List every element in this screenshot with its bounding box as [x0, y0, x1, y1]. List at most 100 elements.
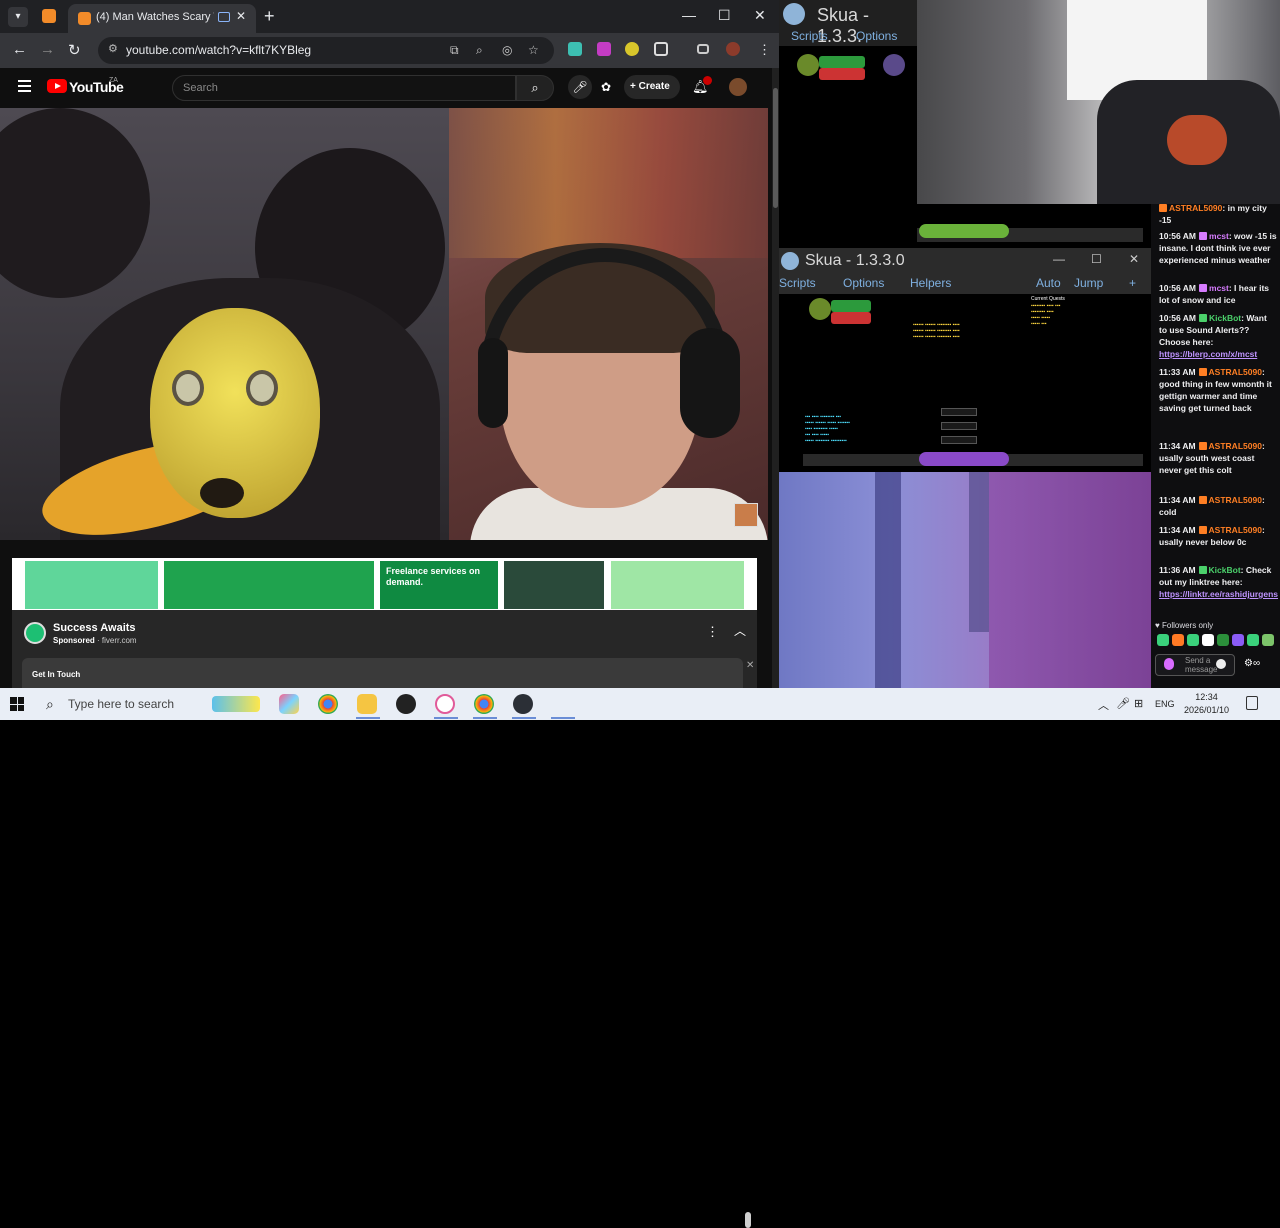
taskbar-search-input[interactable]: Type here to search: [68, 697, 174, 711]
emote-icon[interactable]: [1157, 634, 1169, 646]
emote-icon[interactable]: [1202, 634, 1214, 646]
minimize-button[interactable]: —: [1053, 252, 1065, 266]
user-badge-icon[interactable]: [1199, 284, 1208, 292]
emote-icon[interactable]: [1247, 634, 1259, 646]
emote-icon[interactable]: [1232, 634, 1244, 646]
menu-jump[interactable]: Jump: [1074, 276, 1103, 290]
chat-username[interactable]: KickBot: [1209, 313, 1241, 323]
chat-username[interactable]: ASTRAL5090: [1209, 525, 1262, 535]
drop-item[interactable]: [941, 408, 977, 416]
new-tab-button[interactable]: +: [264, 6, 275, 27]
menu-helpers[interactable]: Helpers: [910, 276, 951, 290]
account-avatar[interactable]: [729, 78, 747, 96]
menu-add[interactable]: +: [1129, 276, 1136, 290]
close-button[interactable]: ✕: [1129, 252, 1139, 266]
system-clock[interactable]: 12:34 2026/01/10: [1184, 691, 1229, 717]
voice-mic-icon[interactable]: [1164, 658, 1174, 670]
chat-username[interactable]: ASTRAL5090: [1209, 441, 1262, 451]
chat-username[interactable]: ASTRAL5090: [1209, 367, 1262, 377]
tab-search-chevron-icon[interactable]: ▾: [8, 7, 28, 27]
windows-start-icon[interactable]: [10, 697, 24, 711]
menu-kebab-icon[interactable]: ⋮: [758, 42, 771, 58]
ad-cta-button[interactable]: Get In Touch: [22, 658, 743, 688]
network-icon[interactable]: ⊞: [1134, 697, 1143, 710]
minimize-button[interactable]: —: [682, 7, 696, 23]
microphone-icon[interactable]: 🎤︎: [1116, 697, 1130, 710]
ad-scroll-thumb[interactable]: [745, 1212, 751, 1228]
language-indicator[interactable]: ENG: [1155, 699, 1175, 709]
youtube-logo-icon[interactable]: [47, 79, 67, 93]
user-badge-icon[interactable]: [1159, 204, 1167, 212]
youtube-tab-favicon-icon[interactable]: [42, 9, 56, 23]
ad-title[interactable]: Success Awaits: [53, 622, 136, 634]
emote-icon[interactable]: [1262, 634, 1274, 646]
page-scrollbar[interactable]: [772, 68, 779, 688]
skill-icons[interactable]: [919, 452, 1009, 466]
close-icon[interactable]: ✕: [746, 660, 754, 671]
file-explorer-icon[interactable]: [357, 694, 377, 714]
chevron-up-icon[interactable]: ︿: [734, 622, 746, 639]
ad-menu-icon[interactable]: ⋮: [706, 624, 719, 640]
chat-username[interactable]: mcst: [1209, 283, 1229, 293]
user-badge-icon[interactable]: [1198, 526, 1207, 534]
chat-username[interactable]: mcst: [1209, 231, 1229, 241]
address-bar[interactable]: ⚙ youtube.com/watch?v=kflt7KYBleg ⧉ ⌕ ◎ …: [98, 37, 554, 64]
notification-center-icon[interactable]: [1246, 696, 1258, 710]
obs-icon[interactable]: [396, 694, 416, 714]
url-text[interactable]: youtube.com/watch?v=kflt7KYBleg: [126, 43, 311, 57]
user-badge-icon[interactable]: [1198, 496, 1207, 504]
search-highlight-icon[interactable]: [212, 696, 260, 712]
emote-icon[interactable]: [1217, 634, 1229, 646]
back-button[interactable]: ←: [12, 41, 27, 58]
window-close-button[interactable]: ✕: [754, 7, 766, 24]
eye-off-icon[interactable]: ◎: [502, 43, 512, 57]
chrome-icon[interactable]: [474, 694, 494, 714]
copilot-icon[interactable]: [279, 694, 299, 714]
menu-scripts[interactable]: Scripts: [779, 276, 816, 290]
emote-picker-icon[interactable]: [1216, 659, 1226, 669]
hamburger-menu-icon[interactable]: [18, 80, 31, 92]
chat-username[interactable]: ASTRAL5090: [1169, 204, 1222, 213]
channel-watermark[interactable]: [734, 503, 758, 527]
media-control-icon[interactable]: [697, 44, 709, 54]
app-icon[interactable]: [435, 694, 455, 714]
user-badge-icon[interactable]: [1198, 566, 1207, 574]
zoom-icon[interactable]: ⌕: [476, 43, 483, 58]
skill-icons[interactable]: [919, 224, 1009, 238]
voice-search-mic-icon[interactable]: 🎤︎: [568, 75, 592, 99]
user-badge-icon[interactable]: [1198, 368, 1207, 376]
chevron-up-icon[interactable]: ︿: [1098, 697, 1109, 713]
video-player[interactable]: [0, 108, 768, 540]
emote-icon[interactable]: [1172, 634, 1184, 646]
chrome-icon[interactable]: [318, 694, 338, 714]
chat-link[interactable]: https://linktr.ee/rashidjurgens: [1159, 589, 1278, 599]
search-icon[interactable]: ⌕: [46, 696, 54, 713]
emote-icon[interactable]: [1187, 634, 1199, 646]
create-button[interactable]: + Create: [624, 75, 680, 99]
forward-button[interactable]: →: [40, 41, 55, 58]
site-info-icon[interactable]: ⚙: [108, 42, 118, 55]
drop-item[interactable]: [941, 422, 977, 430]
youtube-search-input[interactable]: Search: [172, 75, 516, 101]
menu-auto[interactable]: Auto: [1036, 276, 1061, 290]
extension-icon[interactable]: [568, 42, 582, 56]
bookmark-star-icon[interactable]: ☆: [528, 43, 539, 57]
menu-options[interactable]: Options: [843, 276, 884, 290]
chat-link[interactable]: https://blerp.com/x/mcst: [1159, 349, 1257, 359]
scrollbar-thumb[interactable]: [773, 88, 778, 208]
skua-icon[interactable]: [513, 694, 533, 714]
drop-item[interactable]: [941, 436, 977, 444]
skua-game-view-bottom[interactable]: Current Quests ▪▪▪▪▪▪▪▪ ▪▪▪▪ ▪▪▪ ▪▪▪▪▪▪▪…: [779, 294, 1151, 470]
extension-icon[interactable]: [625, 42, 639, 56]
reload-button[interactable]: ↻: [68, 41, 81, 59]
gear-icon[interactable]: ✿: [601, 80, 611, 94]
search-button[interactable]: ⌕: [516, 75, 554, 101]
install-app-icon[interactable]: ⧉: [450, 43, 459, 58]
menu-options[interactable]: Options: [856, 29, 897, 43]
chat-settings-icons[interactable]: ⚙∞: [1244, 658, 1260, 669]
user-badge-icon[interactable]: [1198, 442, 1207, 450]
ad-card[interactable]: Success Awaits Sponsored · fiverr.com ⋮ …: [12, 610, 757, 688]
profile-avatar[interactable]: [726, 42, 740, 56]
user-badge-icon[interactable]: [1199, 314, 1208, 322]
menu-scripts[interactable]: Scripts: [791, 29, 828, 43]
